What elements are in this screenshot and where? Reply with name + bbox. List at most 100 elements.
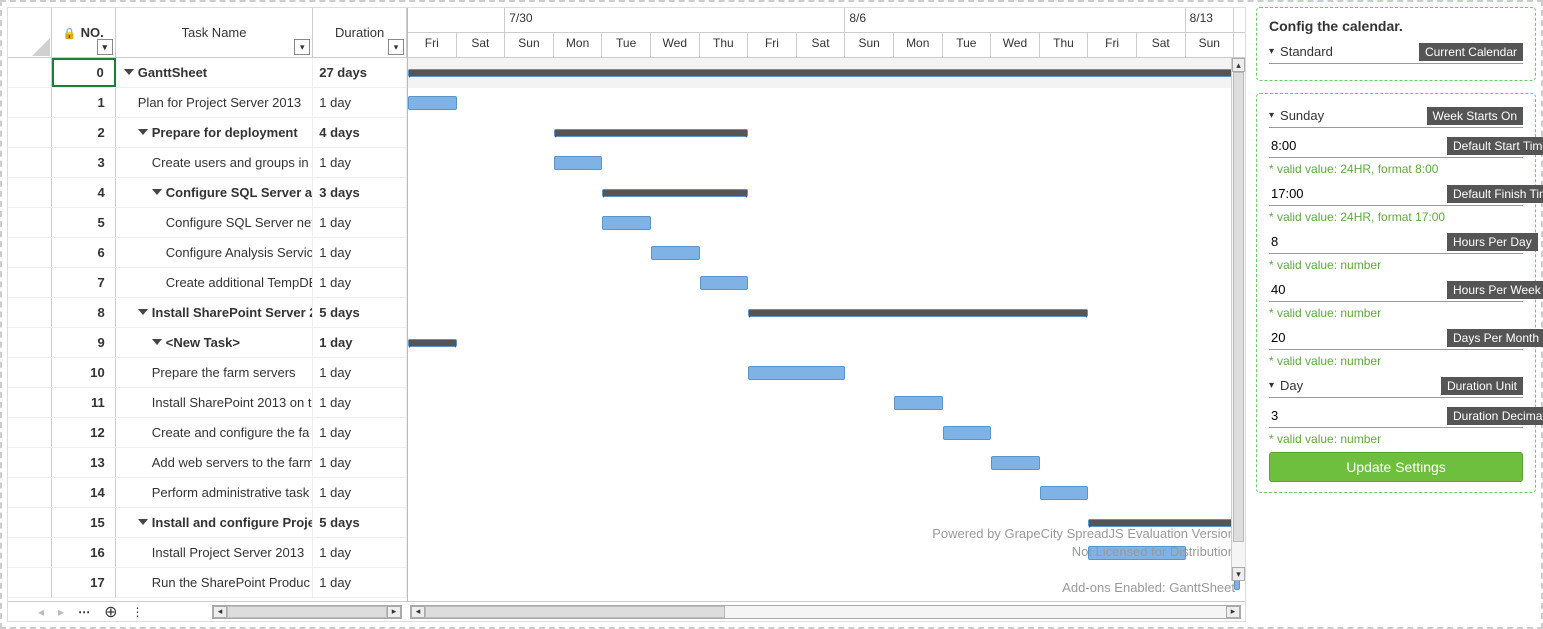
- collapse-icon[interactable]: [138, 129, 148, 135]
- task-name-cell[interactable]: Prepare the farm servers: [116, 358, 314, 387]
- row-handle[interactable]: [8, 58, 52, 87]
- task-name-cell[interactable]: Plan for Project Server 2013: [116, 88, 313, 117]
- task-name-cell[interactable]: Install SharePoint 2013 on t: [116, 388, 314, 417]
- task-name-cell[interactable]: Install and configure Project: [116, 508, 313, 537]
- table-row[interactable]: 11Install SharePoint 2013 on t1 day: [8, 388, 407, 418]
- duration-digits-input[interactable]: Duration Decimal Digits: [1269, 404, 1523, 428]
- row-handle[interactable]: [8, 268, 52, 297]
- sheet-menu-button[interactable]: ⋯: [78, 605, 90, 619]
- task-name-cell[interactable]: Create and configure the fa: [116, 418, 314, 447]
- col-header-duration[interactable]: Duration ▾: [313, 8, 407, 57]
- update-settings-button[interactable]: Update Settings: [1269, 452, 1523, 482]
- start-time-input[interactable]: Default Start Time: [1269, 134, 1523, 158]
- filter-button-no[interactable]: ▾: [97, 39, 113, 55]
- task-name-cell[interactable]: Run the SharePoint Produc: [116, 568, 314, 597]
- duration-cell[interactable]: 1 day: [313, 538, 407, 567]
- duration-cell[interactable]: 1 day: [313, 358, 407, 387]
- table-row[interactable]: 9<New Task>1 day: [8, 328, 407, 358]
- task-bar[interactable]: [894, 396, 943, 410]
- row-handle[interactable]: [8, 298, 52, 327]
- calendar-select[interactable]: ▾ Standard Current Calendar: [1269, 40, 1523, 64]
- table-row[interactable]: 16Install Project Server 20131 day: [8, 538, 407, 568]
- collapse-icon[interactable]: [124, 69, 134, 75]
- gantt-scroll-right[interactable]: ▸: [1226, 606, 1240, 618]
- summary-bar[interactable]: [408, 69, 1234, 77]
- duration-cell[interactable]: 4 days: [313, 118, 407, 147]
- finish-time-field[interactable]: [1269, 186, 1447, 201]
- table-row[interactable]: 14Perform administrative task1 day: [8, 478, 407, 508]
- grid-scroll-left[interactable]: ◂: [213, 606, 227, 618]
- row-handle[interactable]: [8, 568, 52, 597]
- hours-per-week-field[interactable]: [1269, 282, 1447, 297]
- add-sheet-button[interactable]: ⊕: [104, 602, 117, 622]
- gantt-row[interactable]: [408, 58, 1245, 88]
- filter-button-duration[interactable]: ▾: [388, 39, 404, 55]
- gantt-row[interactable]: [408, 448, 1245, 478]
- gantt-row[interactable]: [408, 148, 1245, 178]
- task-name-cell[interactable]: <New Task>: [116, 328, 314, 357]
- hours-per-week-input[interactable]: Hours Per Week: [1269, 278, 1523, 302]
- duration-cell[interactable]: 5 days: [313, 298, 407, 327]
- duration-cell[interactable]: 5 days: [313, 508, 407, 537]
- table-row[interactable]: 10Prepare the farm servers1 day: [8, 358, 407, 388]
- row-handle[interactable]: [8, 118, 52, 147]
- task-bar[interactable]: [651, 246, 700, 260]
- row-handle[interactable]: [8, 328, 52, 357]
- grid-hscroll-thumb[interactable]: [227, 606, 387, 618]
- gantt-row[interactable]: [408, 328, 1245, 358]
- hours-per-day-field[interactable]: [1269, 234, 1447, 249]
- task-grid[interactable]: NO. ▾ Task Name ▾ Duration ▾ 0GanttSheet…: [8, 8, 408, 601]
- summary-bar[interactable]: [554, 129, 748, 137]
- gantt-row[interactable]: [408, 178, 1245, 208]
- task-name-cell[interactable]: Install SharePoint Server 20: [116, 298, 313, 327]
- duration-digits-field[interactable]: [1269, 408, 1447, 423]
- duration-cell[interactable]: 1 day: [313, 478, 407, 507]
- gantt-row[interactable]: [408, 298, 1245, 328]
- task-name-cell[interactable]: Configure SQL Server netw: [116, 208, 314, 237]
- filter-button-task[interactable]: ▾: [294, 39, 310, 55]
- row-handle[interactable]: [8, 478, 52, 507]
- task-bar[interactable]: [408, 96, 457, 110]
- hours-per-day-input[interactable]: Hours Per Day: [1269, 230, 1523, 254]
- task-name-cell[interactable]: Configure SQL Server and A: [116, 178, 314, 207]
- next-sheet-button[interactable]: ▸: [58, 605, 64, 619]
- row-handle[interactable]: [8, 88, 52, 117]
- col-header-task[interactable]: Task Name ▾: [116, 8, 314, 57]
- task-name-cell[interactable]: Create users and groups in: [116, 148, 314, 177]
- scroll-up-button[interactable]: ▴: [1232, 58, 1245, 72]
- gantt-row[interactable]: [408, 388, 1245, 418]
- row-handle[interactable]: [8, 148, 52, 177]
- week-start-select[interactable]: ▾ Sunday Week Starts On: [1269, 104, 1523, 128]
- table-row[interactable]: 15Install and configure Project5 days: [8, 508, 407, 538]
- task-bar[interactable]: [748, 366, 845, 380]
- row-handle[interactable]: [8, 358, 52, 387]
- task-name-cell[interactable]: Create additional TempDB: [116, 268, 314, 297]
- table-row[interactable]: 2Prepare for deployment4 days: [8, 118, 407, 148]
- collapse-icon[interactable]: [138, 309, 148, 315]
- task-bar[interactable]: [991, 456, 1040, 470]
- gantt-hscroll-thumb[interactable]: [425, 606, 725, 618]
- task-name-cell[interactable]: Prepare for deployment: [116, 118, 313, 147]
- row-handle[interactable]: [8, 208, 52, 237]
- row-handle[interactable]: [8, 508, 52, 537]
- table-row[interactable]: 13Add web servers to the farm1 day: [8, 448, 407, 478]
- gantt-hscrollbar[interactable]: ◂ ▸: [410, 605, 1241, 619]
- row-handle[interactable]: [8, 448, 52, 477]
- table-row[interactable]: 12Create and configure the fa1 day: [8, 418, 407, 448]
- duration-cell[interactable]: 1 day: [313, 328, 407, 357]
- duration-cell[interactable]: 1 day: [313, 208, 407, 237]
- grid-hscrollbar[interactable]: ◂ ▸: [212, 605, 402, 619]
- vertical-scrollbar[interactable]: ▴ ▾: [1231, 58, 1245, 581]
- gantt-row[interactable]: [408, 208, 1245, 238]
- summary-bar[interactable]: [602, 189, 748, 197]
- task-name-cell[interactable]: Add web servers to the farm: [116, 448, 314, 477]
- duration-cell[interactable]: 1 day: [313, 238, 407, 267]
- summary-bar[interactable]: [748, 309, 1088, 317]
- table-row[interactable]: 4Configure SQL Server and A3 days: [8, 178, 407, 208]
- days-per-month-field[interactable]: [1269, 330, 1447, 345]
- task-bar[interactable]: [943, 426, 992, 440]
- duration-cell[interactable]: 1 day: [313, 88, 407, 117]
- gantt-scroll-left[interactable]: ◂: [411, 606, 425, 618]
- duration-cell[interactable]: 1 day: [313, 148, 407, 177]
- row-handle[interactable]: [8, 178, 52, 207]
